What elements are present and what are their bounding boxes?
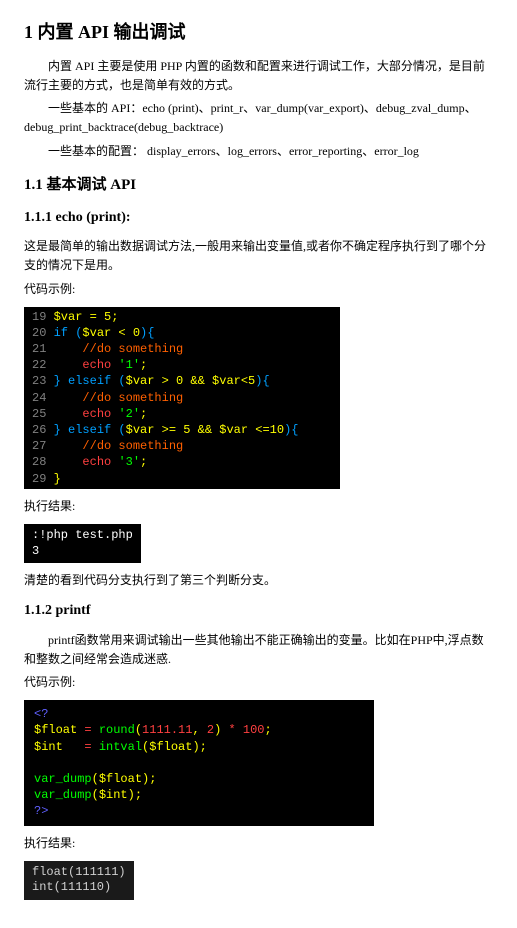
intro-paragraph-2b: debug_print_backtrace(debug_backtrace) <box>24 118 493 137</box>
echo-description: 这是最简单的输出数据调试方法,一般用来输出变量值,或者你不确定程序执行到了哪个分… <box>24 237 493 275</box>
code-example-label-2: 代码示例: <box>24 673 493 692</box>
result-label-2: 执行结果: <box>24 834 493 853</box>
heading-1-1-2: 1.1.2 printf <box>24 600 493 622</box>
terminal-output-2: float(111111) int(111110) <box>24 861 134 900</box>
intro-paragraph-3: 一些基本的配置： display_errors、log_errors、error… <box>24 142 493 161</box>
code-example-label-1: 代码示例: <box>24 280 493 299</box>
echo-conclusion: 清楚的看到代码分支执行到了第三个判断分支。 <box>24 571 493 590</box>
printf-description: printf函数常用来调试输出一些其他输出不能正确输出的变量。比如在PHP中,浮… <box>24 631 493 669</box>
result-label-1: 执行结果: <box>24 497 493 516</box>
heading-1-1-1: 1.1.1 echo (print): <box>24 207 493 229</box>
intro-paragraph-2a: 一些基本的 API：echo (print)、print_r、var_dump(… <box>24 99 493 118</box>
terminal-output-1: :!php test.php 3 <box>24 524 141 563</box>
intro-paragraph-1: 内置 API 主要是使用 PHP 内置的函数和配置来进行调试工作，大部分情况，是… <box>24 57 493 95</box>
heading-1: 1 内置 API 输出调试 <box>24 18 493 47</box>
code-block-echo: 19 $var = 5; 20 if ($var < 0){ 21 //do s… <box>24 307 340 489</box>
heading-1-1: 1.1 基本调试 API <box>24 173 493 197</box>
code-block-printf: <? $float = round(1111.11, 2) * 100; $in… <box>24 700 374 825</box>
